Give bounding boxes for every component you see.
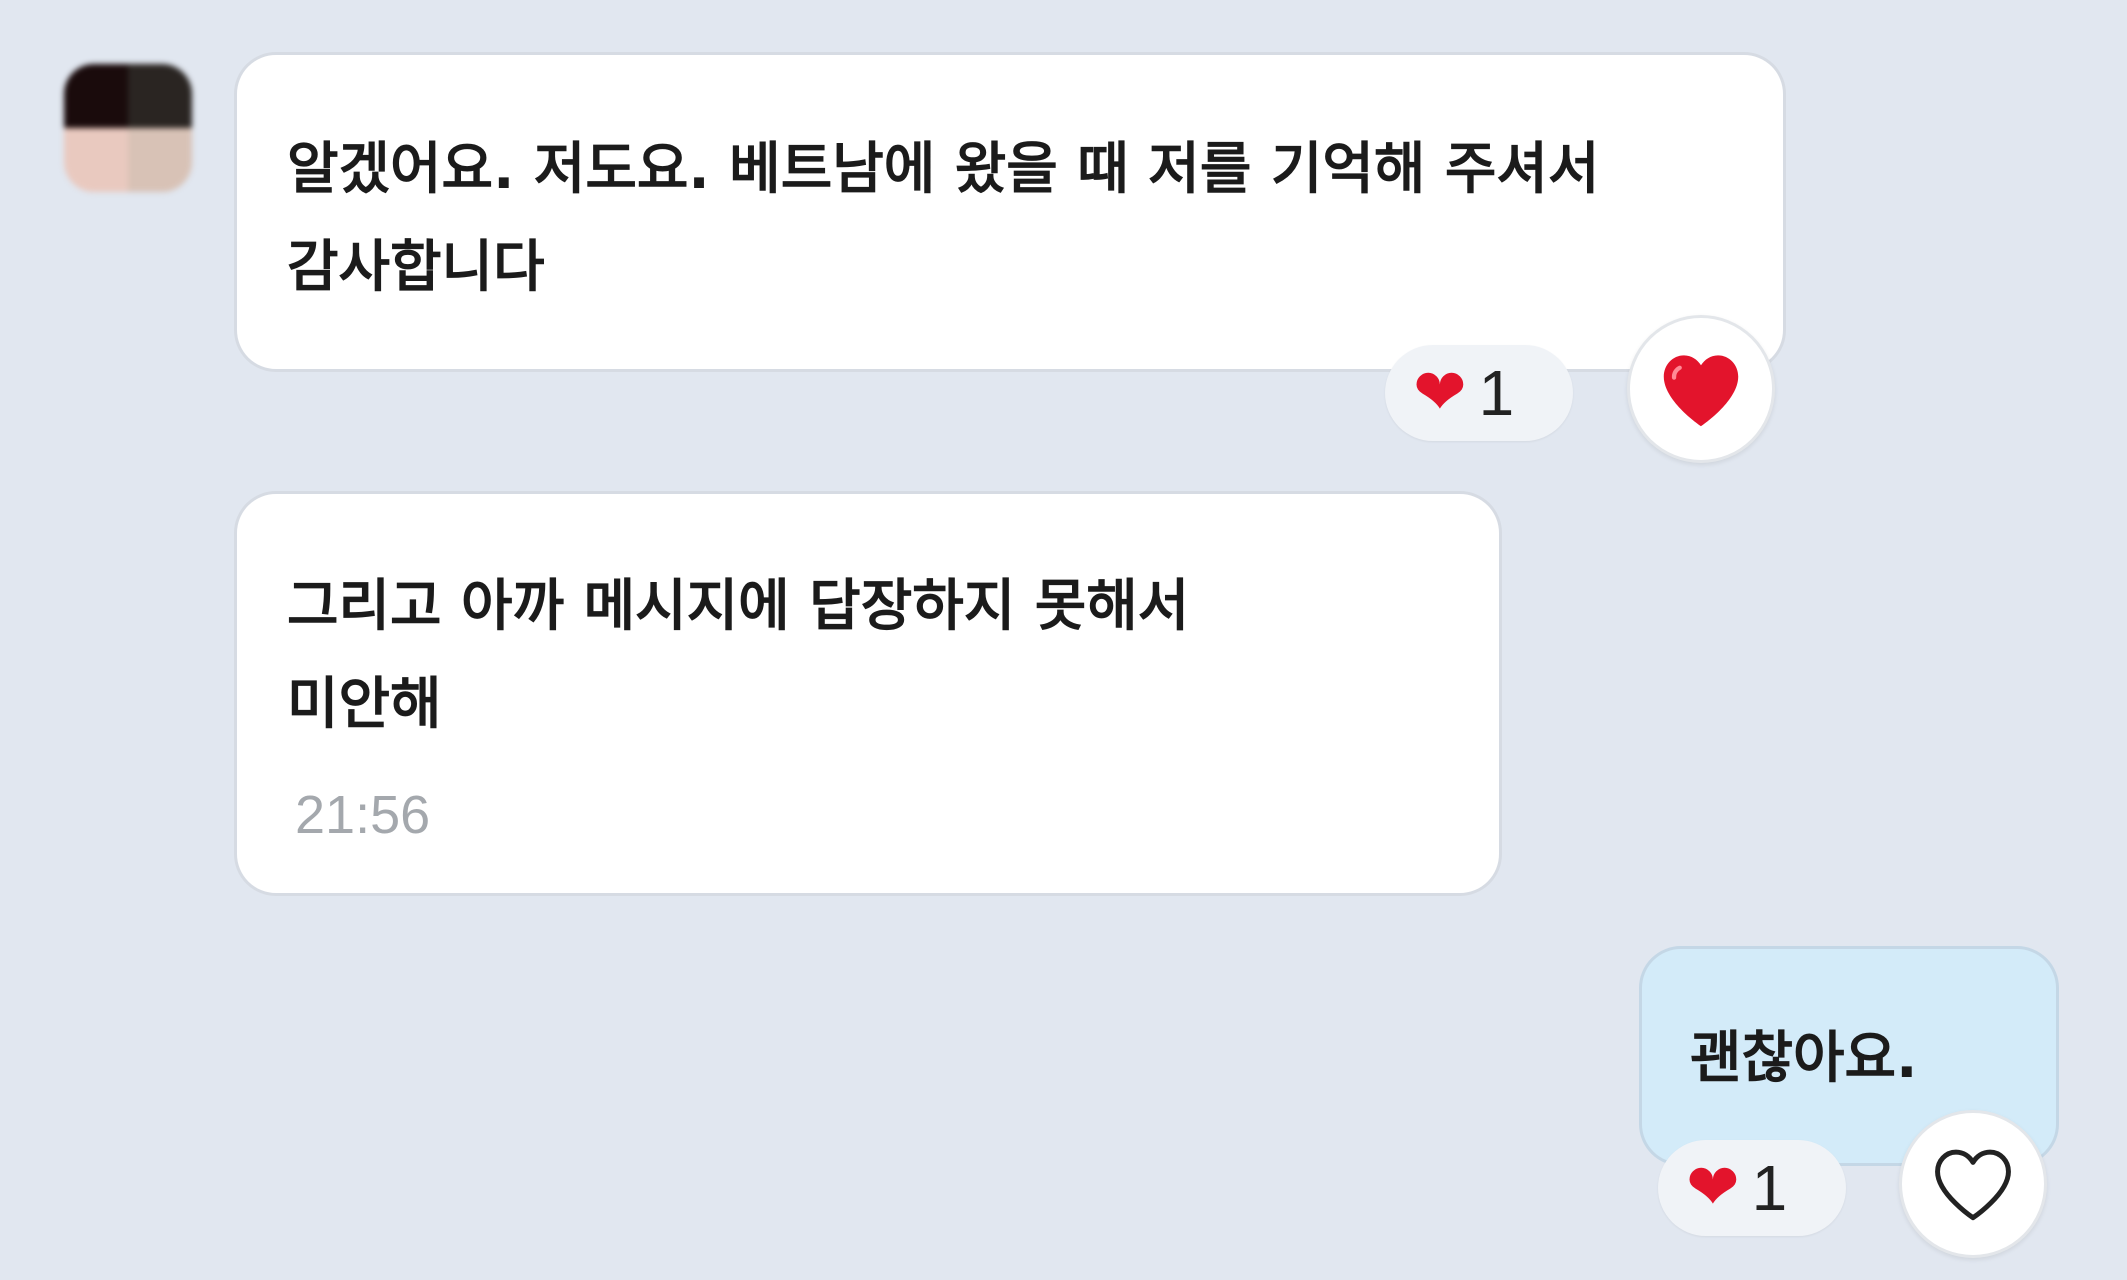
- react-button[interactable]: [1627, 315, 1775, 463]
- sender-avatar[interactable]: [64, 64, 192, 192]
- message-line: 감사합니다: [287, 235, 545, 300]
- incoming-message-bubble[interactable]: 알겠어요. 저도요. 베트남에 왔을 때 저를 기억해 주셔서 감사합니다: [234, 52, 1786, 372]
- reaction-count: 1: [1478, 357, 1515, 429]
- heart-filled-icon: [1663, 355, 1739, 427]
- react-button[interactable]: [1899, 1110, 2047, 1258]
- incoming-message-bubble[interactable]: 그리고 아까 메시지에 답장하지 못해서 미안해 21:56: [234, 491, 1502, 896]
- heart-icon: ❤: [1413, 356, 1467, 430]
- chat-thread: 알겠어요. 저도요. 베트남에 왔을 때 저를 기억해 주셔서 감사합니다 ❤ …: [0, 0, 2127, 1280]
- heart-icon: ❤: [1686, 1151, 1740, 1225]
- reaction-count-pill[interactable]: ❤ 1: [1658, 1140, 1846, 1236]
- reaction-count-pill[interactable]: ❤ 1: [1385, 345, 1573, 441]
- message-line: 알겠어요. 저도요. 베트남에 왔을 때 저를 기억해 주셔서: [287, 137, 1600, 202]
- heart-outline-icon: [1935, 1149, 2011, 1221]
- message-line: 미안해: [287, 672, 442, 737]
- message-text: 알겠어요. 저도요. 베트남에 왔을 때 저를 기억해 주셔서 감사합니다: [287, 121, 1599, 317]
- message-line: 그리고 아까 메시지에 답장하지 못해서: [287, 574, 1190, 639]
- message-text: 괜찮아요.: [1690, 1026, 1918, 1091]
- reaction-count: 1: [1751, 1152, 1788, 1224]
- message-timestamp: 21:56: [295, 785, 431, 845]
- message-text: 그리고 아까 메시지에 답장하지 못해서 미안해: [287, 558, 1189, 754]
